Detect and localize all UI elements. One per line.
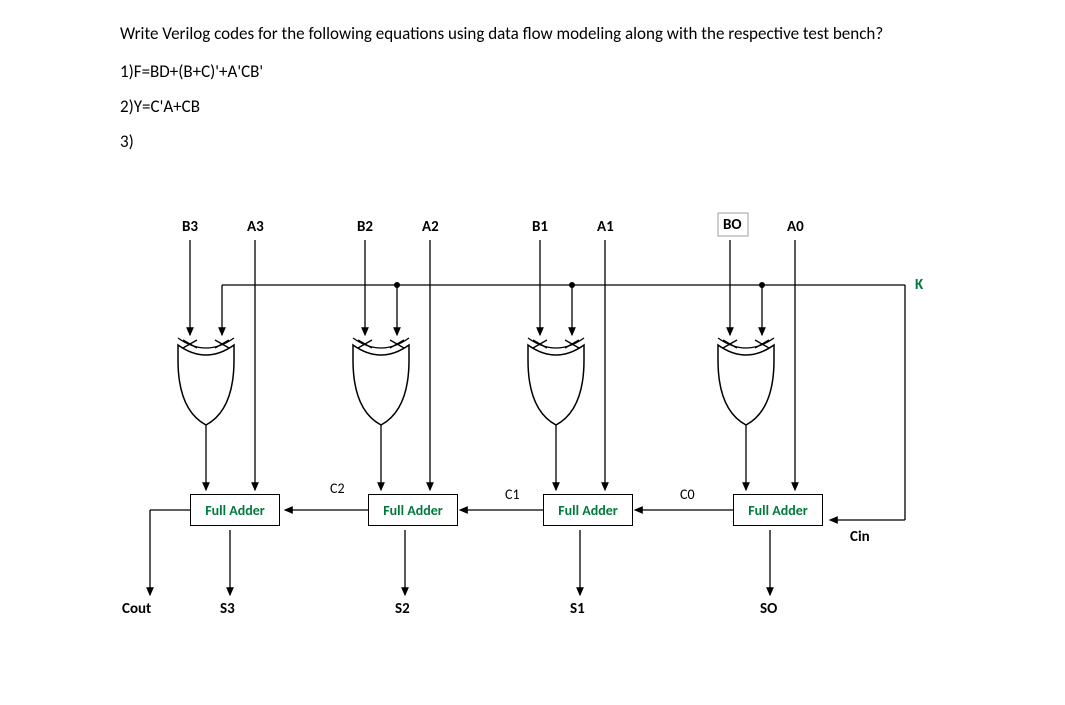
equation-3: 3) <box>120 131 945 152</box>
equation-1: 1)F=BD+(B+C)'+A'CB' <box>120 61 945 82</box>
label-a2: A2 <box>422 218 439 236</box>
label-b2: B2 <box>357 218 373 236</box>
label-b0: BO <box>723 216 742 234</box>
label-s2: S2 <box>395 600 410 618</box>
label-k: K <box>915 276 923 294</box>
label-a3: A3 <box>247 218 264 236</box>
label-a1: A1 <box>597 218 614 236</box>
label-b3: B3 <box>182 218 198 236</box>
label-s0: SO <box>760 600 777 618</box>
question-prompt: Write Verilog codes for the following eq… <box>120 20 945 47</box>
label-s3: S3 <box>220 600 235 618</box>
label-cout: Cout <box>122 600 151 618</box>
equation-2: 2)Y=C'A+CB <box>120 96 945 117</box>
full-adder-3: Full Adder <box>190 494 280 526</box>
label-c2: C2 <box>330 480 345 497</box>
label-s1: S1 <box>570 600 585 618</box>
full-adder-0: Full Adder <box>733 494 823 526</box>
label-a0: A0 <box>787 218 804 236</box>
full-adder-1: Full Adder <box>543 494 633 526</box>
label-c0: C0 <box>680 486 695 503</box>
circuit-diagram: B3 A3 B2 A2 B1 A1 BO A0 K Full Adder Ful… <box>120 210 950 680</box>
full-adder-2: Full Adder <box>368 494 458 526</box>
label-c1: C1 <box>505 486 520 503</box>
label-b1: B1 <box>532 218 548 236</box>
label-cin: Cin <box>850 528 870 546</box>
circuit-svg <box>120 210 950 680</box>
